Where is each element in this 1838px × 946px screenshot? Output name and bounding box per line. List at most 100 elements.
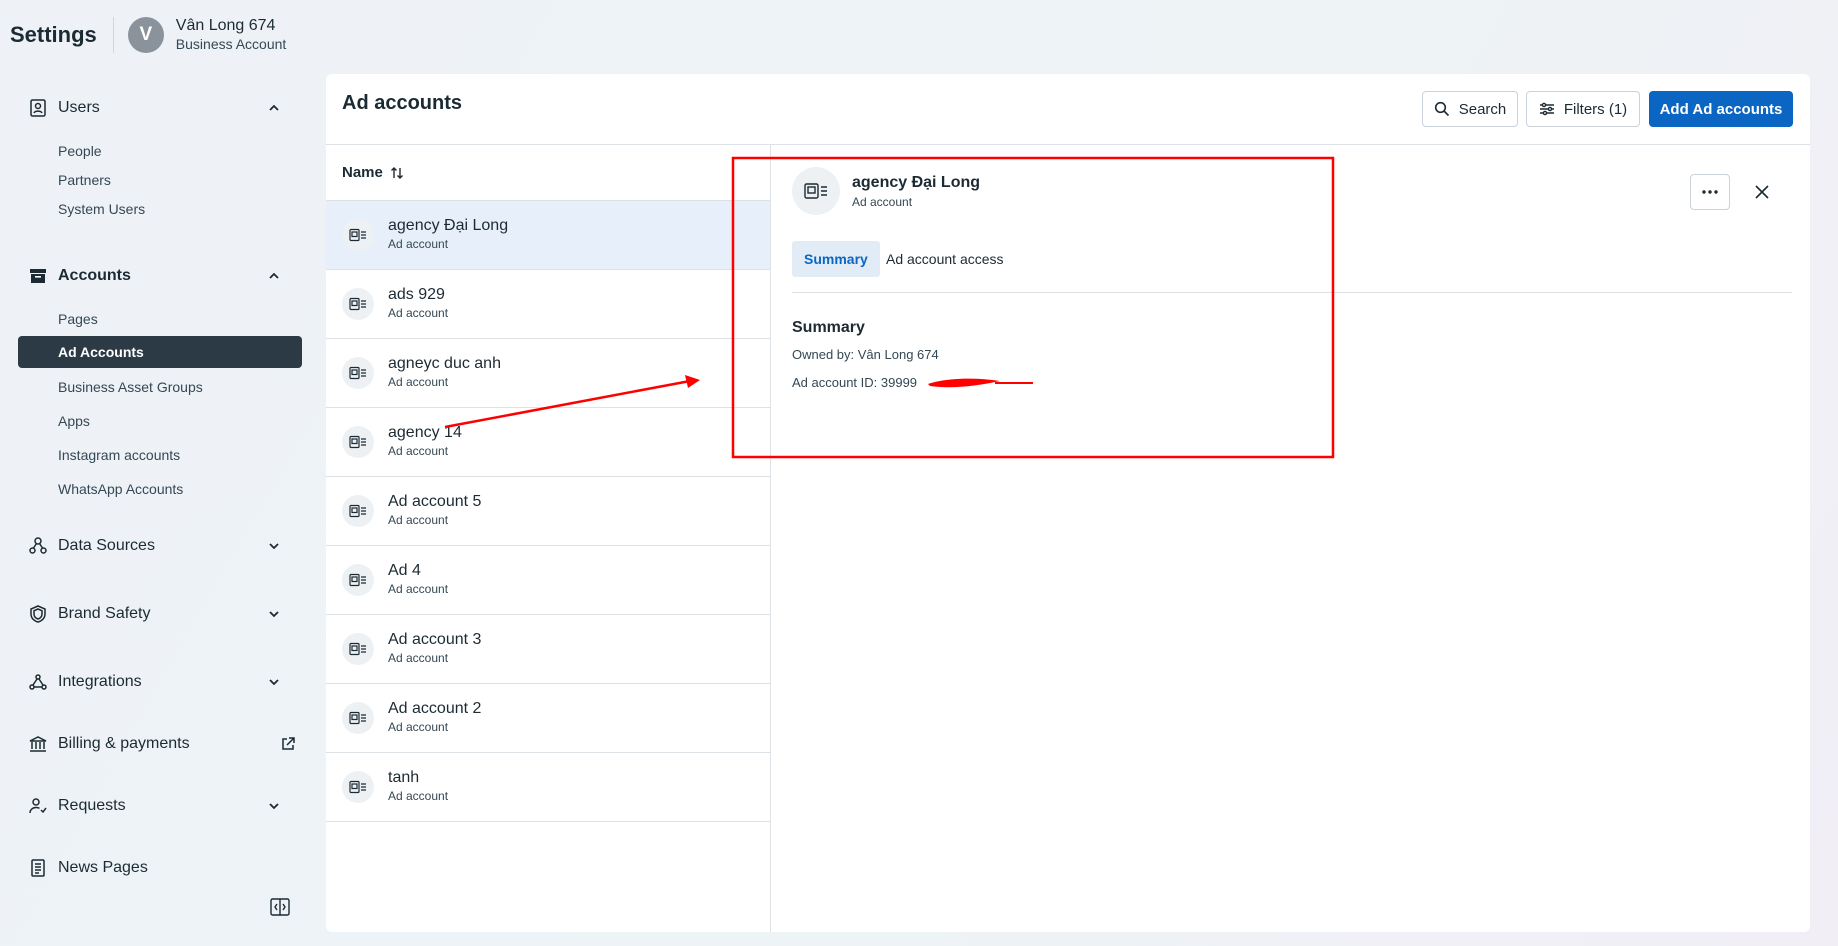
panel-title: Ad accounts (342, 92, 463, 114)
nav-section-integrations[interactable]: Integrations (18, 664, 304, 700)
accounts-icon (26, 264, 50, 288)
account-row-text: Ad account 2 Ad account (388, 700, 481, 736)
ad-accounts-list: Name agency Đại Long Ad account ads 929 Ad … (326, 145, 771, 932)
sidebar-item-business-asset-groups[interactable]: Business Asset Groups (58, 372, 203, 402)
account-row-text: agency Đại Long Ad account (388, 217, 508, 253)
account-row[interactable]: ads 929 Ad account (326, 270, 770, 339)
chevron-down-icon (269, 679, 279, 686)
summary-heading: Summary (792, 319, 865, 336)
detail-account-name: agency Đại Long (852, 174, 981, 191)
nav-section-news-pages[interactable]: News Pages (18, 850, 304, 886)
account-row-text: agneyc duc anh Ad account (388, 355, 501, 391)
business-account-type: Business Account (175, 36, 287, 52)
ad-account-icon (792, 167, 840, 215)
account-row-text: agency 14 Ad account (388, 424, 462, 460)
chevron-up-icon (269, 272, 279, 279)
account-row-text: tanh Ad account (388, 769, 448, 805)
more-icon (1702, 190, 1718, 194)
data-sources-icon (26, 534, 50, 558)
nav-section-data-sources[interactable]: Data Sources (18, 528, 304, 564)
chevron-down-icon (269, 543, 279, 550)
name-column-label: Name (342, 164, 383, 181)
sidebar-item-people[interactable]: People (58, 136, 102, 166)
account-type: Ad account (388, 444, 449, 458)
account-row[interactable]: agency Đại Long Ad account (326, 201, 770, 270)
account-name: Ad account 3 (388, 631, 482, 648)
account-row[interactable]: Ad account 3 Ad account (326, 615, 770, 684)
filters-icon (1539, 102, 1554, 116)
nav-section-label: Brand Safety (58, 605, 151, 622)
requests-icon (26, 794, 50, 818)
account-name: Ad account 2 (388, 700, 482, 717)
avatar[interactable]: V (127, 17, 164, 53)
close-icon[interactable] (1752, 182, 1772, 202)
nav-section-label: News Pages (58, 859, 148, 876)
ad-account-icon (342, 771, 374, 803)
account-row[interactable]: Ad account 5 Ad account (326, 477, 770, 546)
account-row[interactable]: Ad 4 Ad account (326, 546, 770, 615)
sidebar-item-system-users[interactable]: System Users (58, 194, 145, 224)
chevron-down-icon (269, 611, 279, 618)
account-row-text: Ad account 5 Ad account (388, 493, 481, 529)
ad-account-icon (342, 495, 374, 527)
nav-section-label: Accounts (58, 267, 131, 284)
tab-summary[interactable]: Summary (792, 241, 880, 277)
news-icon (26, 856, 50, 880)
ad-account-detail: agency Đại Long Ad account Summary Ad ac… (772, 145, 1810, 932)
nav-section-accounts[interactable]: Accounts (18, 258, 304, 294)
header-divider (112, 17, 114, 53)
shield-icon (26, 602, 50, 626)
name-column-header[interactable]: Name (326, 145, 770, 201)
account-type: Ad account (388, 582, 449, 596)
nav-section-brand-safety[interactable]: Brand Safety (18, 596, 304, 632)
chevron-up-icon (269, 104, 279, 111)
external-link-icon (282, 737, 295, 750)
business-account-switcher[interactable]: Vân Long 674 Business Account (176, 17, 287, 53)
nav-section-label: Users (58, 99, 100, 116)
account-row[interactable]: Ad account 2 Ad account (326, 684, 770, 753)
bank-icon (26, 732, 50, 756)
tab-ad-account-access[interactable]: Ad account access (874, 241, 1016, 277)
account-name: agneyc duc anh (388, 355, 501, 372)
account-type: Ad account (388, 513, 449, 527)
sort-icon[interactable] (389, 165, 405, 181)
ad-account-icon (342, 288, 374, 320)
ad-account-icon (342, 219, 374, 251)
ad-account-icon (342, 564, 374, 596)
owned-by-text: Owned by: Vân Long 674 (792, 347, 939, 362)
sidebar-item-whatsapp-accounts[interactable]: WhatsApp Accounts (58, 474, 183, 504)
account-row[interactable]: tanh Ad account (326, 753, 770, 822)
more-options-button[interactable] (1690, 174, 1730, 210)
account-row[interactable]: agneyc duc anh Ad account (326, 339, 770, 408)
nav-section-billing[interactable]: Billing & payments (18, 726, 304, 762)
sidebar-item-apps[interactable]: Apps (58, 406, 90, 436)
nav-section-users[interactable]: Users (18, 90, 304, 126)
account-type: Ad account (388, 720, 449, 734)
nav-section-label: Billing & payments (58, 735, 190, 752)
add-ad-accounts-button[interactable]: Add Ad accounts (1649, 91, 1793, 127)
account-row[interactable]: agency 14 Ad account (326, 408, 770, 477)
filters-button[interactable]: Filters (1) (1526, 91, 1640, 127)
sidebar-item-partners[interactable]: Partners (58, 165, 111, 195)
tabs-divider (792, 292, 1792, 293)
integrations-icon (26, 670, 50, 694)
collapse-sidebar-icon[interactable] (270, 898, 290, 916)
nav-section-requests[interactable]: Requests (18, 788, 304, 824)
search-button[interactable]: Search (1422, 91, 1518, 127)
sidebar-item-pages[interactable]: Pages (58, 304, 98, 334)
account-name: agency 14 (388, 424, 462, 441)
account-type: Ad account (388, 651, 449, 665)
account-name: Ad 4 (388, 562, 421, 579)
sidebar-item-instagram-accounts[interactable]: Instagram accounts (58, 440, 180, 470)
chevron-down-icon (269, 803, 279, 810)
page-title: Settings (10, 22, 97, 47)
account-type: Ad account (388, 306, 449, 320)
sidebar-item-ad-accounts[interactable]: Ad Accounts (18, 336, 302, 368)
header-bar: Settings V Vân Long 674 Business Account (10, 14, 286, 56)
account-type: Ad account (388, 375, 449, 389)
account-row-text: Ad account 3 Ad account (388, 631, 481, 667)
filters-button-label: Filters (1) (1563, 100, 1628, 118)
search-icon (1434, 101, 1449, 117)
ad-account-icon (342, 702, 374, 734)
account-name: tanh (388, 769, 420, 786)
